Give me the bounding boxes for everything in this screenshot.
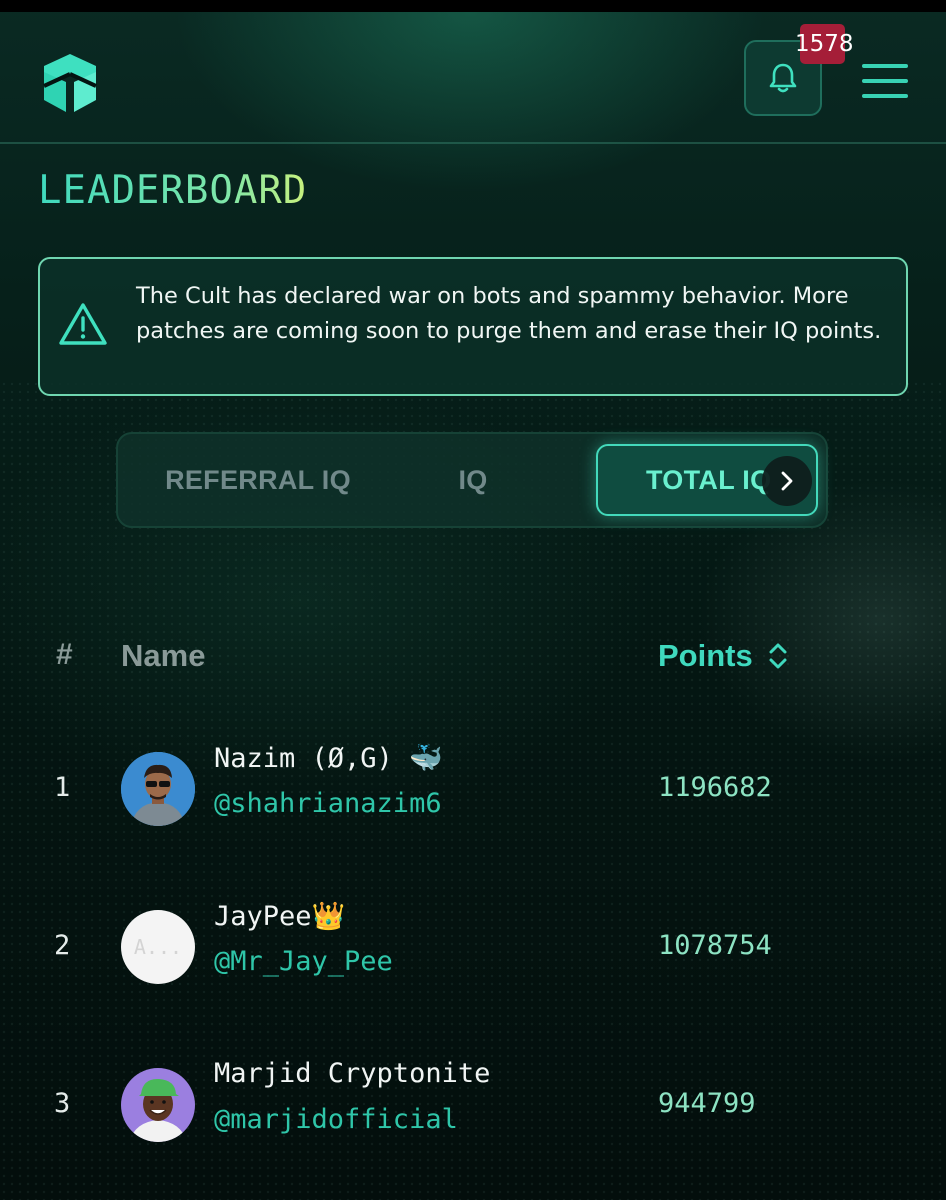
user-handle-link[interactable]: @marjidofficial	[214, 1104, 458, 1135]
table-row[interactable]: 1 Nazim (Ø,G) 🐳 @shahrianazim6 1196682	[0, 732, 946, 842]
points-header-label: Points	[658, 638, 753, 673]
points-cell: 1078754	[658, 930, 772, 961]
avatar	[121, 1068, 195, 1142]
column-header-rank: #	[56, 638, 73, 671]
menu-icon[interactable]	[862, 64, 908, 100]
avatar: A...	[121, 910, 195, 984]
notice-text: The Cult has declared war on bots and sp…	[136, 283, 882, 344]
table-row[interactable]: 3 Marjid Cryptonite @marjidofficial 9447…	[0, 1048, 946, 1158]
user-handle-link[interactable]: @Mr_Jay_Pee	[214, 946, 393, 977]
user-handle-link[interactable]: @shahrianazim6	[214, 788, 442, 819]
rank-cell: 3	[54, 1088, 71, 1119]
tab-iq[interactable]: IQ	[398, 434, 548, 526]
chevron-right-icon	[781, 471, 793, 491]
table-row[interactable]: 2 A... JayPee👑 @Mr_Jay_Pee 1078754	[0, 890, 946, 1000]
avatar	[121, 752, 195, 826]
bell-icon	[769, 63, 797, 93]
user-display-name: JayPee👑	[214, 901, 346, 932]
points-cell: 1196682	[658, 772, 772, 803]
warning-notice: The Cult has declared war on bots and sp…	[38, 257, 908, 396]
rank-cell: 1	[54, 772, 71, 803]
column-header-points[interactable]: Points	[658, 638, 789, 674]
sort-icon[interactable]	[767, 641, 789, 671]
app-header: 1578	[0, 12, 946, 144]
notification-count-badge: 1578	[795, 24, 854, 64]
user-display-name: Marjid Cryptonite	[214, 1058, 491, 1089]
points-cell: 944799	[658, 1088, 756, 1119]
tab-bar: REFERRAL IQ IQ TOTAL IQ	[116, 432, 828, 528]
column-header-name: Name	[121, 638, 206, 673]
rank-cell: 2	[54, 930, 71, 961]
tabs-scroll-right-button[interactable]	[762, 456, 812, 506]
tab-referral-iq[interactable]: REFERRAL IQ	[138, 434, 378, 526]
user-display-name: Nazim (Ø,G) 🐳	[214, 743, 443, 774]
logo-icon[interactable]	[34, 48, 106, 120]
status-bar-edge	[0, 0, 946, 12]
page-title: LEADERBOARD	[38, 168, 308, 213]
warning-icon	[59, 303, 107, 345]
